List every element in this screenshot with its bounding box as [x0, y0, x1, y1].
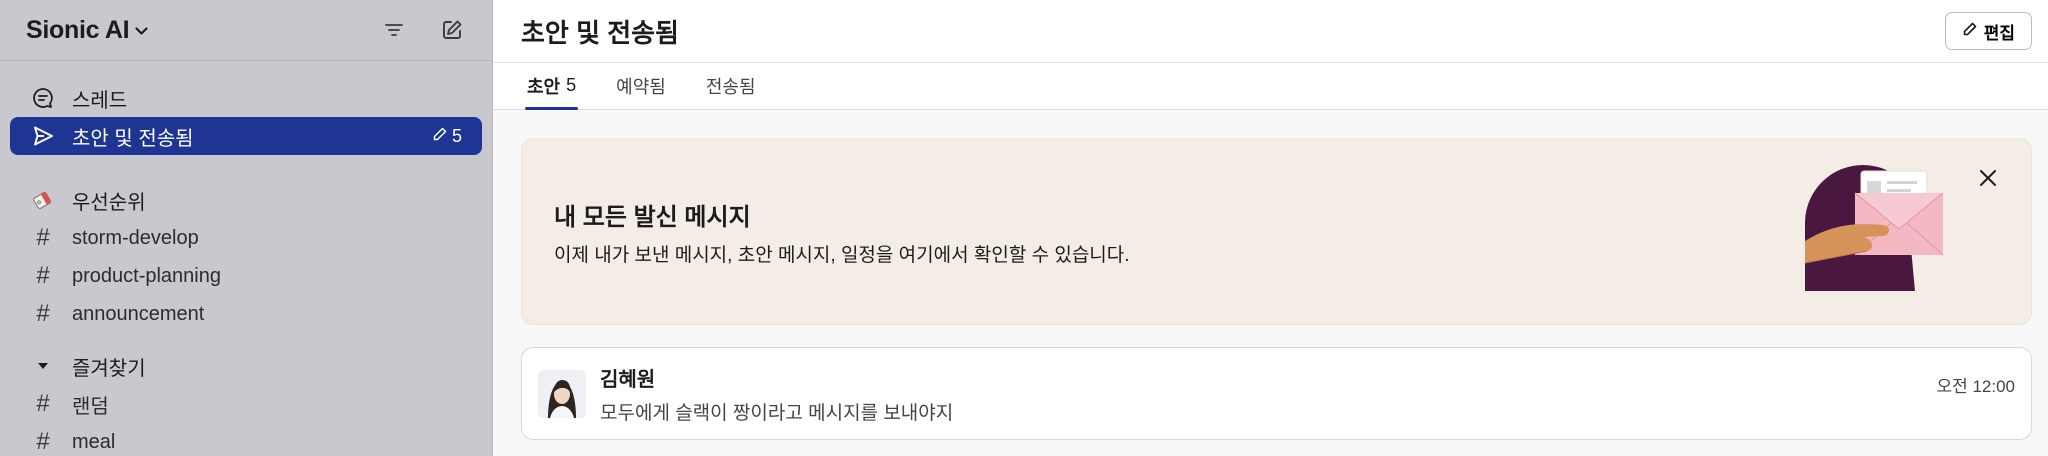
close-icon[interactable]: [1973, 163, 2003, 193]
avatar: [538, 369, 586, 418]
hash-icon: #: [36, 428, 50, 455]
info-banner: 내 모든 발신 메시지 이제 내가 보낸 메시지, 초안 메시지, 일정을 여기…: [521, 138, 2032, 325]
tab-bar: 초안 5 예약됨 전송됨: [493, 62, 2048, 110]
channel-item[interactable]: # storm-develop: [10, 219, 482, 257]
banner-description: 이제 내가 보낸 메시지, 초안 메시지, 일정을 여기에서 확인할 수 있습니…: [554, 244, 1130, 266]
tab-sent[interactable]: 전송됨: [704, 62, 758, 109]
pencil-icon: [432, 126, 448, 147]
filter-icon[interactable]: [378, 14, 410, 46]
draft-count-badge: 5: [451, 125, 462, 146]
channel-item[interactable]: # meal: [10, 423, 482, 456]
channel-item[interactable]: # 랜덤: [10, 385, 482, 423]
sidebar-item-label: 우선순위: [72, 191, 146, 214]
tab-scheduled[interactable]: 예약됨: [614, 62, 668, 109]
sidebar-item-label: 초안 및 전송됨: [72, 127, 194, 150]
page-title: 초안 및 전송됨: [521, 17, 679, 48]
sidebar-nav: 스레드 초안 및 전송됨 5 우선순위 # storm-develop # pr…: [0, 61, 492, 456]
compose-icon[interactable]: [436, 14, 468, 46]
send-icon: [30, 123, 56, 149]
channel-item[interactable]: # announcement: [10, 295, 482, 333]
workspace-name[interactable]: Sionic AI: [26, 16, 130, 45]
pencil-icon: [1962, 21, 1978, 42]
envelope-illustration: [1795, 163, 1955, 296]
channel-item[interactable]: # product-planning: [10, 257, 482, 295]
section-label: 즐겨찾기: [72, 357, 146, 380]
draft-list-item[interactable]: 김혜원 모두에게 슬랙이 짱이라고 메시지를 보내야지 오전 12:00: [521, 347, 2032, 440]
draft-timestamp: 오전 12:00: [1936, 377, 2015, 396]
workspace-header: Sionic AI: [0, 0, 492, 61]
hash-icon: #: [36, 300, 50, 327]
tab-label: 예약됨: [616, 76, 666, 97]
hash-icon: #: [36, 262, 50, 289]
channel-name: announcement: [72, 302, 205, 325]
tab-drafts[interactable]: 초안 5: [525, 62, 579, 110]
threads-icon: [30, 85, 56, 111]
channel-name: meal: [72, 430, 116, 453]
sidebar-item-priority[interactable]: 우선순위: [10, 181, 482, 219]
channel-name: product-planning: [72, 264, 221, 287]
page-header: 초안 및 전송됨 편집: [493, 0, 2048, 62]
hash-icon: #: [36, 390, 50, 417]
sidebar-item-threads[interactable]: 스레드: [10, 79, 482, 117]
tab-label: 전송됨: [705, 76, 756, 97]
tag-icon: [30, 187, 56, 213]
hash-icon: #: [36, 224, 50, 251]
tab-label: 초안: [527, 76, 561, 97]
channel-name: 랜덤: [72, 395, 109, 418]
channel-name: storm-develop: [72, 226, 199, 249]
banner-title: 내 모든 발신 메시지: [554, 203, 751, 231]
main-panel: 초안 및 전송됨 편집 초안 5 예약됨 전송됨 내 모든 발신 메시지 이제 …: [493, 0, 2048, 456]
edit-button[interactable]: 편집: [1944, 12, 2032, 50]
chevron-down-icon[interactable]: [135, 23, 148, 40]
draft-preview: 모두에게 슬랙이 짱이라고 메시지를 보내야지: [600, 402, 954, 424]
content-area: 내 모든 발신 메시지 이제 내가 보낸 메시지, 초안 메시지, 일정을 여기…: [493, 110, 2048, 440]
tab-count: 5: [566, 75, 577, 95]
sidebar: Sionic AI 스레드 초안 및 전송됨 5 우선순위 # storm-de…: [0, 0, 493, 456]
section-favorites[interactable]: 즐겨찾기: [10, 347, 482, 385]
caret-down-icon[interactable]: [30, 353, 56, 379]
sidebar-item-label: 스레드: [72, 89, 128, 112]
draft-author: 김혜원: [600, 368, 656, 391]
sidebar-item-drafts-sent[interactable]: 초안 및 전송됨 5: [10, 117, 482, 155]
edit-button-label: 편집: [1983, 23, 2015, 43]
